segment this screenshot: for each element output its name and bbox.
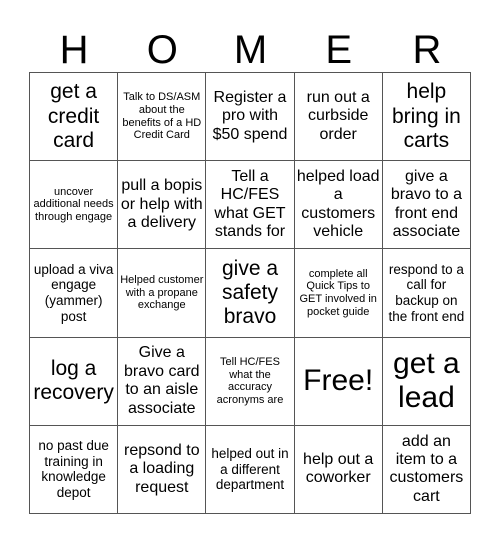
bingo-cell-text: helped out in a different department — [211, 446, 289, 493]
bingo-cell-e-1[interactable]: run out a curbside order — [294, 73, 383, 162]
bingo-cell-m-5[interactable]: helped out in a different department — [206, 425, 295, 514]
header-letter-m: M — [233, 28, 268, 72]
bingo-cell-m-1[interactable]: Register a pro with $50 spend — [206, 73, 295, 162]
bingo-header: H O M E R — [30, 28, 471, 73]
bingo-cell-text: Give a bravo card to an aisle associate — [123, 344, 200, 417]
bingo-cell-r-3[interactable]: respond to a call for backup on the fron… — [382, 249, 471, 338]
bingo-cell-o-3[interactable]: Helped customer with a propane exchange — [118, 249, 207, 338]
bingo-cell-o-4[interactable]: Give a bravo card to an aisle associate — [118, 337, 207, 426]
bingo-cell-text: Tell a HC/FES what GET stands for — [214, 168, 286, 241]
bingo-cell-text: get a credit card — [47, 80, 100, 152]
bingo-cell-e-5[interactable]: help out a coworker — [294, 425, 383, 514]
bingo-cell-text: help out a coworker — [303, 451, 374, 487]
bingo-cell-text: repsond to a loading request — [123, 441, 200, 496]
bingo-cell-text: give a bravo to a front end associate — [390, 168, 462, 241]
bingo-cell-text: upload a viva engage (yammer) post — [33, 261, 114, 324]
bingo-cell-text: add an item to a customers cart — [389, 432, 464, 505]
bingo-cell-h-5[interactable]: no past due training in knowledge depot — [30, 425, 119, 514]
bingo-cell-e-2[interactable]: helped load a customers vehicle — [294, 161, 383, 250]
header-letter-e: E — [325, 28, 353, 72]
header-letter-o: O — [146, 28, 178, 72]
bingo-cell-r-2[interactable]: give a bravo to a front end associate — [382, 161, 471, 250]
bingo-cell-text: pull a bopis or help with a delivery — [120, 177, 203, 231]
bingo-cell-h-3[interactable]: upload a viva engage (yammer) post — [30, 249, 119, 338]
bingo-cell-text: respond to a call for backup on the fron… — [388, 261, 465, 324]
bingo-cell-text: Talk to DS/ASM about the benefits of a H… — [122, 91, 202, 142]
bingo-cell-text: get a lead — [393, 346, 460, 415]
bingo-cell-text: Free! — [303, 363, 374, 397]
bingo-cell-m-2[interactable]: Tell a HC/FES what GET stands for — [206, 161, 295, 250]
bingo-cell-h-1[interactable]: get a credit card — [30, 73, 119, 162]
bingo-cell-m-3[interactable]: give a safety bravo — [206, 249, 295, 338]
bingo-cell-m-4[interactable]: Tell HC/FES what the accuracy acronyms a… — [206, 337, 295, 426]
bingo-cell-text: give a safety bravo — [221, 256, 279, 329]
bingo-cell-text: uncover additional needs through engage — [33, 185, 114, 224]
bingo-cell-r-5[interactable]: add an item to a customers cart — [382, 425, 471, 514]
bingo-cell-text: log a recovery — [33, 357, 114, 405]
bingo-cell-o-5[interactable]: repsond to a loading request — [118, 425, 207, 514]
bingo-cell-r-1[interactable]: help bring in carts — [382, 73, 471, 162]
bingo-cell-o-2[interactable]: pull a bopis or help with a delivery — [118, 161, 207, 250]
bingo-cell-text: Tell HC/FES what the accuracy acronyms a… — [216, 355, 284, 406]
bingo-cell-free-space[interactable]: Free! — [294, 337, 383, 426]
header-letter-h: H — [59, 28, 89, 72]
bingo-board: get a credit card Talk to DS/ASM about th… — [29, 72, 471, 514]
bingo-cell-r-4[interactable]: get a lead — [382, 337, 471, 426]
bingo-cell-text: help bring in carts — [391, 80, 461, 152]
bingo-cell-h-2[interactable]: uncover additional needs through engage — [30, 161, 119, 250]
bingo-cell-e-3[interactable]: complete all Quick Tips to GET involved … — [294, 249, 383, 338]
bingo-cell-text: Helped customer with a propane exchange — [120, 274, 204, 312]
bingo-cell-text: no past due training in knowledge depot — [38, 438, 109, 500]
bingo-cell-text: complete all Quick Tips to GET involved … — [299, 267, 377, 318]
bingo-cell-o-1[interactable]: Talk to DS/ASM about the benefits of a H… — [118, 73, 207, 162]
bingo-cell-text: run out a curbside order — [306, 89, 370, 143]
bingo-cell-text: Register a pro with $50 spend — [212, 89, 288, 143]
bingo-cell-h-4[interactable]: log a recovery — [30, 337, 119, 426]
bingo-cell-text: helped load a customers vehicle — [296, 168, 380, 241]
header-letter-r: R — [412, 28, 442, 72]
